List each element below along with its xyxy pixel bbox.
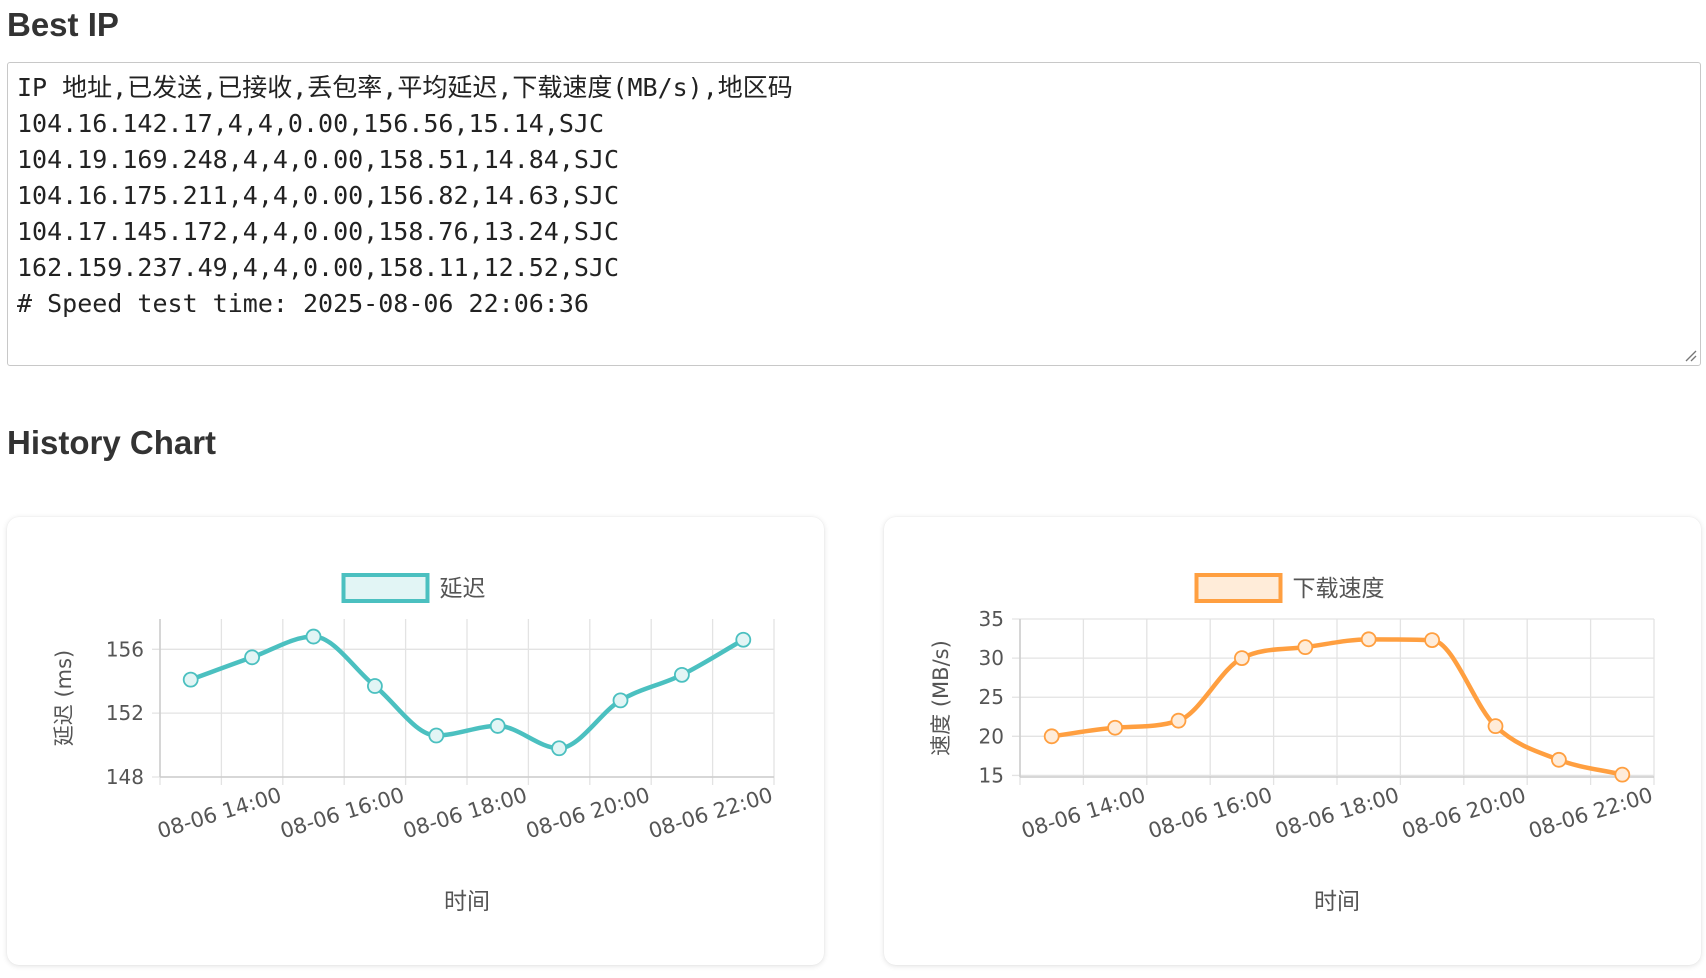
speed-x-tick-label: 08-06 20:00	[1399, 783, 1529, 843]
speed-chart: 15 20 25 30 35 08-06 14:0008-06 16:0008-06 18…	[929, 573, 1656, 915]
speed-x-tick-label: 08-06 22:00	[1526, 783, 1656, 843]
speed-legend-swatch	[1194, 573, 1283, 603]
latency-legend-swatch	[341, 573, 430, 603]
speed-data-point	[1614, 766, 1631, 783]
latency-y-tick-label: 152	[106, 701, 144, 725]
latency-x-axis-title: 时间	[444, 889, 490, 915]
speed-data-point	[1360, 631, 1377, 648]
speed-data-point	[1043, 728, 1060, 745]
latency-chart: 148 152 156 08-06 14:0008-06 16:0008-06 18:…	[52, 573, 776, 915]
latency-data-point	[489, 718, 506, 734]
speed-y-tick-label: 30	[979, 646, 1004, 670]
speed-x-tick-label: 08-06 14:00	[1019, 783, 1149, 843]
latency-data-point	[674, 666, 690, 683]
speed-y-axis-title: 速度 (MB/s)	[929, 640, 953, 756]
latency-y-axis-title: 延迟 (ms)	[52, 650, 76, 746]
latency-data-point	[428, 727, 445, 744]
latency-data-point	[305, 628, 322, 645]
speed-data-point	[1424, 632, 1440, 649]
speed-y-tick-label: 35	[979, 607, 1004, 631]
results-textarea-container: IP 地址,已发送,已接收,丢包率,平均延迟,下载速度(MB/s),地区码 10…	[7, 62, 1701, 366]
speed-legend-label: 下载速度	[1293, 576, 1385, 602]
latency-x-tick-label: 08-06 20:00	[523, 783, 653, 843]
latency-chart-card: 148 152 156 08-06 14:00 08-06 16:00 08-06 18:…	[7, 517, 824, 965]
results-textarea[interactable]: IP 地址,已发送,已接收,丢包率,平均延迟,下载速度(MB/s),地区码 10…	[8, 63, 1700, 365]
latency-x-tick-label: 08-06 18:00	[400, 783, 530, 843]
latency-y-tick-label: 156	[106, 637, 144, 661]
speed-y-tick-label: 20	[979, 724, 1004, 748]
latency-data-point	[366, 678, 383, 694]
speed-x-tick-label: 08-06 18:00	[1272, 783, 1402, 843]
speed-x-axis-title: 时间	[1314, 889, 1360, 915]
speed-data-point	[1487, 718, 1504, 735]
latency-x-tick-label: 08-06 16:00	[277, 783, 407, 843]
latency-data-point	[182, 671, 199, 688]
speed-data-point	[1107, 719, 1124, 736]
latency-x-tick-label: 08-06 22:00	[646, 783, 776, 843]
latency-data-point	[612, 692, 629, 709]
speed-x-tick-label: 08-06 16:00	[1145, 783, 1275, 843]
speed-chart-card: 15 20 25 30 35 08-06 14:00 08-06 16:00 08-06 18…	[884, 517, 1701, 965]
speed-y-tick-label: 25	[979, 685, 1004, 709]
speed-data-point	[1297, 639, 1314, 656]
speed-data-point	[1170, 712, 1187, 729]
latency-y-tick-label: 148	[106, 765, 144, 789]
latency-data-point	[551, 740, 567, 757]
resize-handle-icon[interactable]	[1683, 348, 1697, 362]
speed-data-point	[1233, 650, 1250, 667]
latency-data-point	[735, 631, 752, 648]
speed-data-point	[1551, 751, 1567, 768]
latency-x-tick-label: 08-06 14:00	[155, 783, 285, 843]
latency-legend-label: 延迟	[440, 576, 486, 602]
history-chart-heading: History Chart	[7, 424, 217, 461]
speed-y-tick-label: 15	[979, 763, 1004, 787]
latency-data-point	[244, 649, 261, 666]
best-ip-heading: Best IP	[7, 6, 119, 43]
